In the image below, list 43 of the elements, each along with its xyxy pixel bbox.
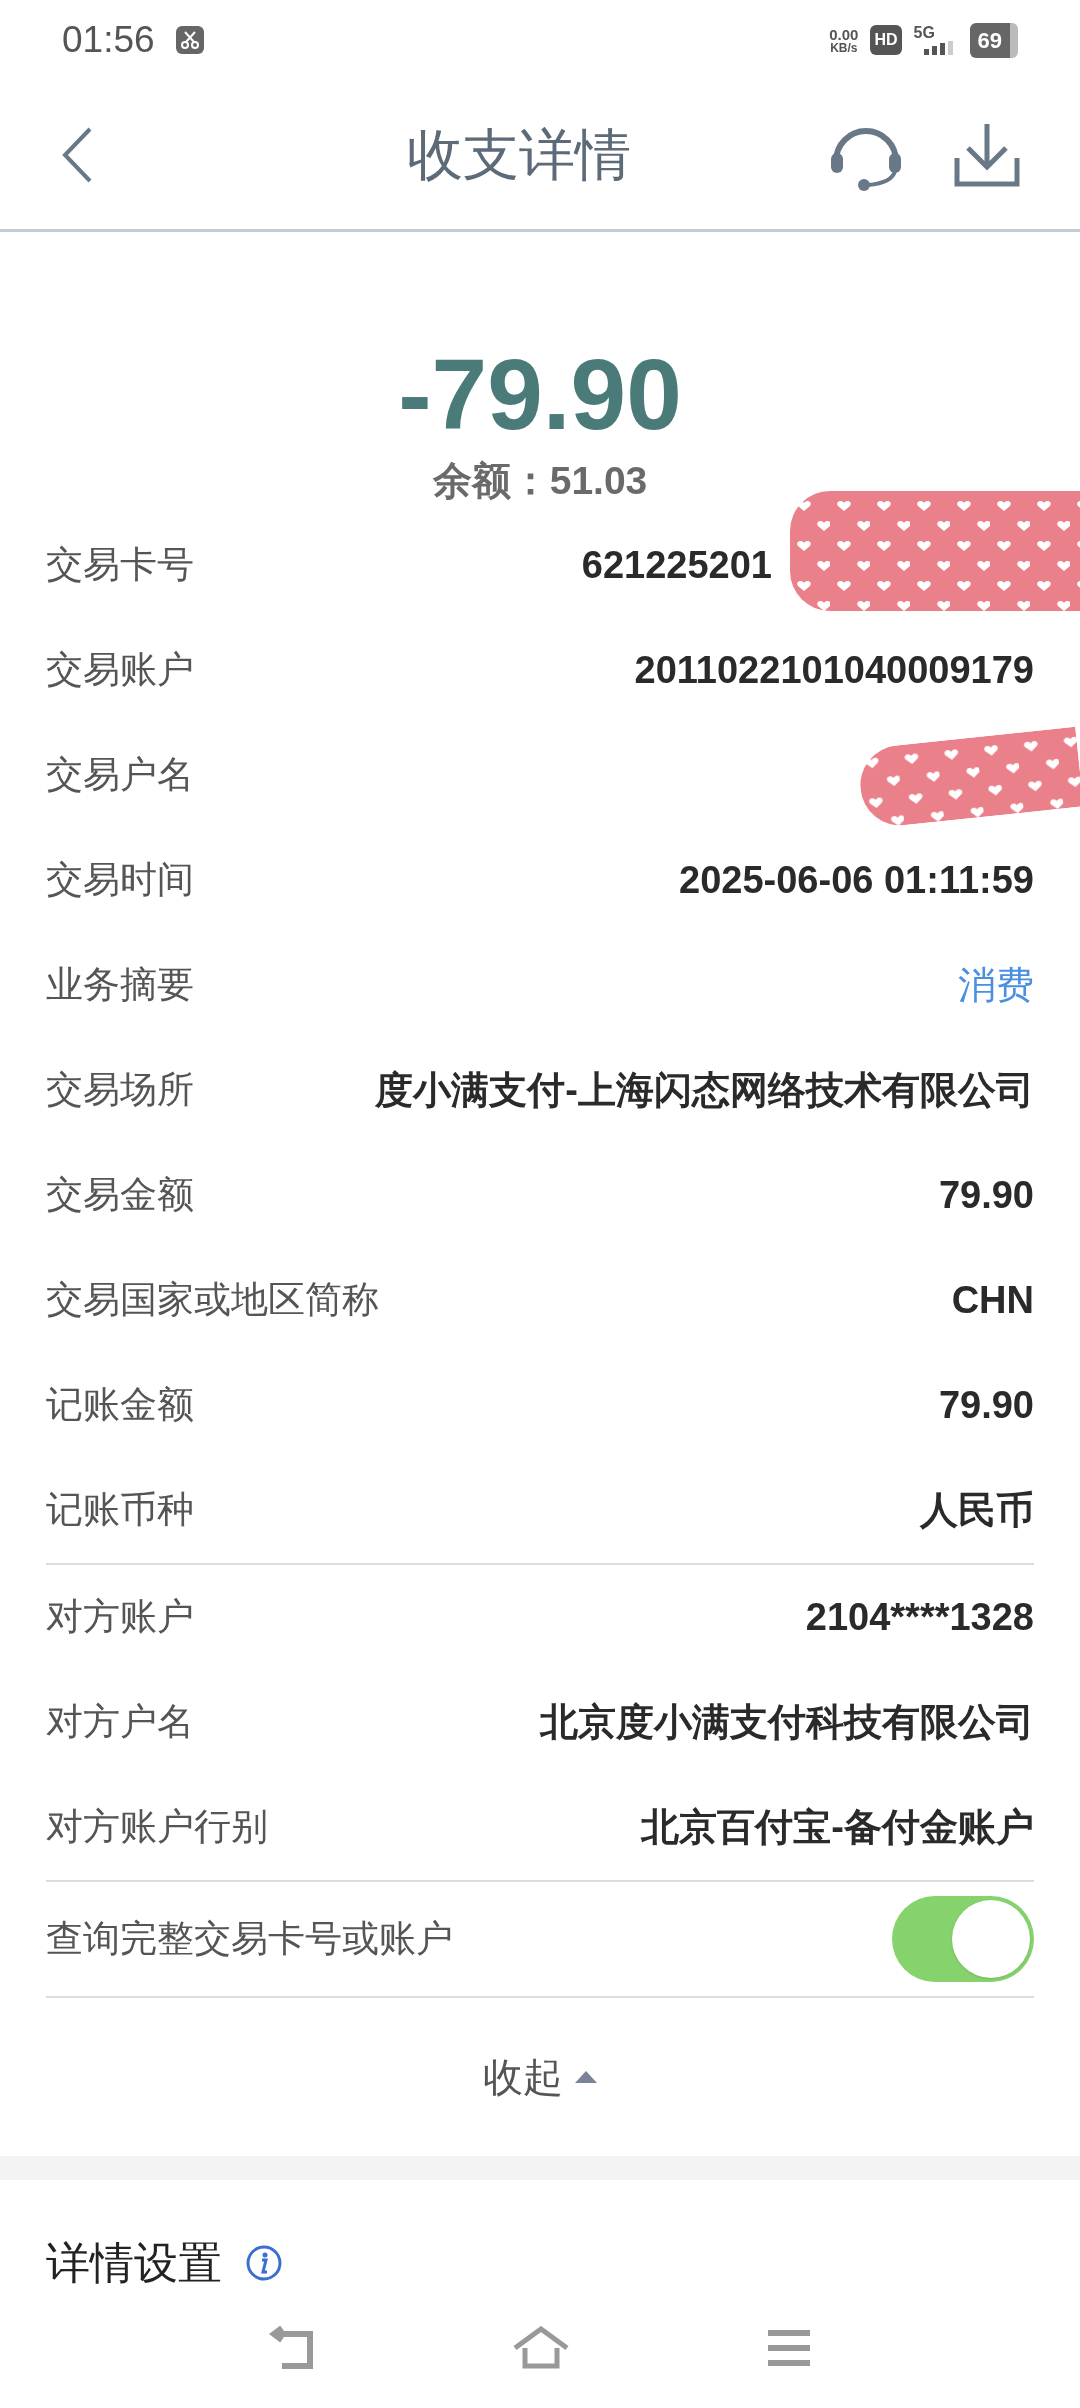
field-value: 度小满支付-上海闪态网络技术有限公司 — [375, 1067, 1034, 1113]
field-value: 2025-06-06 01:11:59 — [679, 857, 1034, 903]
download-icon[interactable] — [954, 121, 1020, 188]
field-value: 北京度小满支付科技有限公司 — [540, 1699, 1034, 1745]
field-label: 对方账户 — [46, 1595, 194, 1640]
network-type: 5G — [913, 25, 936, 41]
caret-icon — [575, 2070, 597, 2083]
menu-icon[interactable] — [766, 2329, 812, 2367]
field-label: 交易金额 — [46, 1173, 194, 1218]
field-label: 交易户名 — [46, 753, 194, 798]
field-value: 人民币 — [920, 1487, 1034, 1533]
hd-badge: HD — [870, 25, 902, 55]
home-icon[interactable] — [512, 2326, 570, 2370]
field-value: 2011022101040009179 — [634, 647, 1034, 693]
battery-indicator: 69 — [969, 22, 1018, 58]
info-icon[interactable] — [246, 2244, 282, 2281]
field-label: 交易卡号 — [46, 543, 194, 588]
net-speed: 0.00 — [829, 26, 859, 42]
balance: 余额：51.03 — [432, 458, 648, 504]
field-label: 记账金额 — [46, 1383, 194, 1428]
screenshot-icon — [174, 25, 205, 55]
net-unit: KB/s — [830, 41, 858, 54]
field-value: 北京百付宝-备付金账户 — [641, 1804, 1034, 1850]
field-value: 79.90 — [938, 1172, 1034, 1218]
amount: -79.90 — [398, 344, 682, 444]
field-label: 交易账户 — [46, 648, 194, 693]
field-label: 交易国家或地区简称 — [46, 1278, 379, 1323]
field-value: CHN — [951, 1277, 1034, 1323]
field-label: 交易场所 — [46, 1068, 194, 1113]
field-label: 记账币种 — [46, 1488, 194, 1533]
page-title: 收支详情 — [407, 121, 631, 188]
back-nav-icon[interactable] — [268, 2326, 316, 2370]
field-label: 对方户名 — [46, 1700, 194, 1745]
field-value: 621225201 — [581, 542, 772, 588]
field-label: 交易时间 — [46, 858, 194, 903]
field-label: 对方账户行别 — [46, 1805, 268, 1850]
field-label: 业务摘要 — [46, 963, 194, 1008]
field-value: 2104****1328 — [805, 1594, 1034, 1640]
collapse-button[interactable]: 收起 — [483, 2046, 597, 2107]
toggle-label: 查询完整交易卡号或账户 — [46, 1916, 453, 1961]
section-title: 详情设置 — [46, 2236, 222, 2289]
clock: 01:56 — [62, 18, 155, 63]
field-value: 79.90 — [938, 1382, 1034, 1428]
